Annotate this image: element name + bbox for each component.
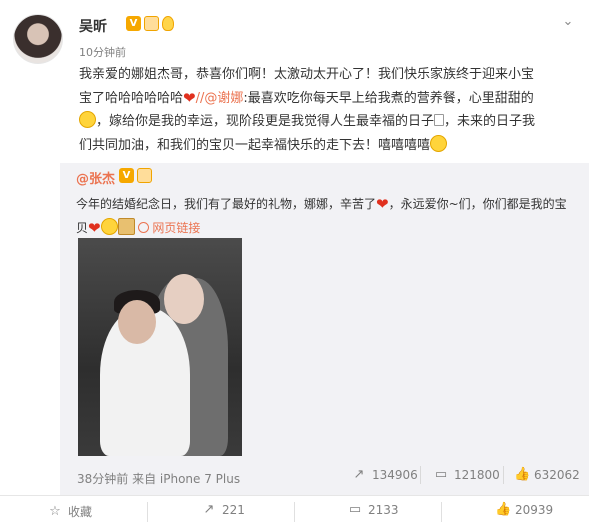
- repost-comment-stat[interactable]: ▭ 121800: [434, 467, 500, 483]
- share-button[interactable]: ↗ 221: [202, 502, 245, 518]
- like-icon: 👍: [514, 467, 531, 482]
- mention-link[interactable]: //@谢娜: [196, 91, 244, 106]
- missing-glyph-icon: [434, 114, 445, 126]
- user-badges: V: [126, 16, 174, 31]
- comment-count: 2133: [368, 503, 399, 517]
- comment-button[interactable]: ▭ 2133: [348, 502, 399, 518]
- post-line: ，嫁给你是我的幸运，现阶段更是我觉得人生最幸福的日子 ，未来的日子我: [79, 110, 577, 134]
- web-link[interactable]: 网页链接: [138, 221, 200, 235]
- repost-username[interactable]: @张杰: [76, 168, 115, 187]
- like-button[interactable]: 👍 20939: [495, 502, 554, 518]
- like-count: 20939: [515, 503, 554, 517]
- post-content: 我亲爱的娜姐杰哥，恭喜你们啊！太激动太开心了！我们快乐家族终于迎来小宝 宝了哈哈…: [79, 63, 577, 157]
- share-icon: ↗: [203, 502, 215, 517]
- repost-like-stat[interactable]: 👍 632062: [514, 467, 580, 483]
- share-count: 221: [222, 503, 245, 517]
- heart-emoji-icon: ❤: [88, 219, 101, 237]
- favorite-button[interactable]: ☆ 收藏: [48, 503, 92, 520]
- post-text: :最喜欢吃你每天早上给我煮的营养餐，心里甜甜的: [243, 90, 534, 106]
- bulb-badge-icon: [162, 16, 174, 31]
- verified-v-icon: V: [119, 168, 134, 183]
- link-icon: [138, 222, 150, 233]
- post-username[interactable]: 吴昕: [79, 16, 107, 36]
- crown-badge-icon: [137, 168, 152, 183]
- web-link-label: 网页链接: [152, 221, 201, 235]
- divider: [0, 495, 589, 496]
- crown-badge-icon: [144, 16, 159, 31]
- divider: [294, 502, 295, 522]
- post-line: 我亲爱的娜姐杰哥，恭喜你们啊！太激动太开心了！我们快乐家族终于迎来小宝: [79, 67, 535, 82]
- repost-photo[interactable]: [78, 238, 242, 456]
- post-line: 宝了哈哈哈哈哈哈❤//@谢娜:最喜欢吃你每天早上给我煮的营养餐，心里甜甜的: [79, 87, 577, 111]
- avatar[interactable]: [13, 14, 63, 64]
- heart-emoji-icon: ❤: [376, 195, 389, 213]
- post-text: 们共同加油，和我们的宝贝一起幸福快乐的走下去！嘻嘻嘻嘻: [79, 137, 431, 153]
- chevron-down-icon[interactable]: ⌄: [560, 14, 576, 30]
- repost-content: 今年的结婚纪念日，我们有了最好的礼物，娜娜，辛苦了❤，永远爱你~们，你们都是我的…: [76, 192, 581, 240]
- repost-share-stat[interactable]: ↗ 134906: [352, 467, 418, 483]
- verified-v-icon: V: [126, 16, 141, 31]
- repost-share-count: 134906: [372, 468, 418, 482]
- divider: [147, 502, 148, 522]
- gift-emoji-icon: [117, 218, 135, 235]
- star-icon: ☆: [49, 503, 61, 519]
- repost-like-count: 632062: [534, 468, 580, 482]
- repost-badges: V: [119, 168, 152, 183]
- post-time[interactable]: 10分钟前: [79, 44, 126, 60]
- comment-icon: ▭: [434, 467, 448, 482]
- smile-emoji-icon: [79, 111, 96, 128]
- repost-text: 贝: [76, 221, 89, 235]
- divider: [503, 466, 504, 484]
- repost-line: 贝❤ 网页链接: [76, 216, 581, 240]
- post-line: 们共同加油，和我们的宝贝一起幸福快乐的走下去！嘻嘻嘻嘻: [79, 134, 577, 158]
- repost-line: 今年的结婚纪念日，我们有了最好的礼物，娜娜，辛苦了❤，永远爱你~们，你们都是我的…: [76, 192, 581, 216]
- share-icon: ↗: [353, 467, 365, 482]
- post-text: ，未来的日子我: [444, 114, 536, 129]
- post-text: ，嫁给你是我的幸运，现阶段更是我觉得人生最幸福的日子: [96, 114, 435, 129]
- favorite-label: 收藏: [68, 505, 93, 519]
- repost-text: ，永远爱你~们，你们都是我的宝: [388, 197, 567, 211]
- repost-text: 今年的结婚纪念日，我们有了最好的礼物，娜娜，辛苦了: [76, 197, 377, 211]
- divider: [441, 502, 442, 522]
- post-text: 宝了哈哈哈哈哈哈: [79, 90, 184, 106]
- sun-emoji-icon: [100, 218, 118, 235]
- heart-emoji-icon: ❤: [183, 88, 196, 107]
- grin-emoji-icon: [430, 134, 448, 152]
- comment-icon: ▭: [348, 502, 362, 517]
- divider: [420, 466, 421, 484]
- repost-meta[interactable]: 38分钟前 来自 iPhone 7 Plus: [77, 470, 240, 487]
- repost-comment-count: 121800: [454, 468, 500, 482]
- like-icon: 👍: [495, 502, 512, 517]
